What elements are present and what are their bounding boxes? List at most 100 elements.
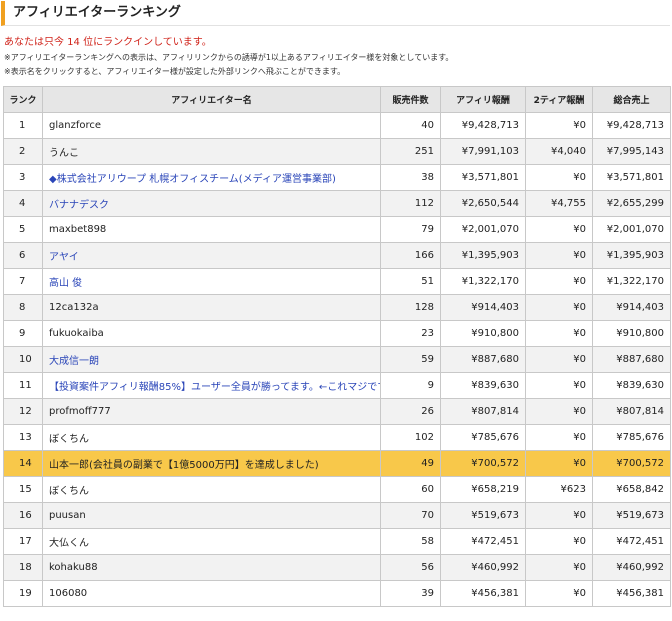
affiliator-name-link[interactable]: ◆株式会社アリウープ 札幌オフィスチーム(メディア運営事業部) xyxy=(49,174,336,185)
affiliate-reward-cell: ¥519,673 xyxy=(440,502,526,529)
rank-cell: 3 xyxy=(3,164,43,191)
rank-cell: 13 xyxy=(3,424,43,451)
table-header-row: ランク アフィリエイター名 販売件数 アフィリ報酬 2ティア報酬 総合売上 xyxy=(3,86,671,113)
affiliator-name-cell: kohaku88 xyxy=(42,554,381,581)
total-sales-cell: ¥700,572 xyxy=(592,450,671,477)
tier2-reward-cell: ¥0 xyxy=(525,320,593,347)
sales-count-cell: 51 xyxy=(380,268,441,295)
table-row: 9 fukuokaiba 23 ¥910,800 ¥0 ¥910,800 xyxy=(3,320,671,347)
sales-count-cell: 9 xyxy=(380,372,441,399)
table-row: 12 profmoff777 26 ¥807,814 ¥0 ¥807,814 xyxy=(3,398,671,425)
tier2-reward-cell: ¥0 xyxy=(525,346,593,373)
sales-count-cell: 56 xyxy=(380,554,441,581)
affiliator-name-cell: 106080 xyxy=(42,580,381,607)
table-row: 11 【投資案件アフィリ報酬85%】ユーザー全員が勝ってます。←これマジです 9 ¥8… xyxy=(3,372,671,399)
sales-count-cell: 58 xyxy=(380,528,441,555)
affiliator-name: maxbet898 xyxy=(49,224,107,235)
affiliate-reward-cell: ¥807,814 xyxy=(440,398,526,425)
affiliator-name: fukuokaiba xyxy=(49,328,104,339)
affiliate-reward-cell: ¥658,219 xyxy=(440,476,526,503)
table-row: 18 kohaku88 56 ¥460,992 ¥0 ¥460,992 xyxy=(3,554,671,581)
header-total-sales: 総合売上 xyxy=(592,86,671,113)
affiliator-name-link[interactable]: アヤイ xyxy=(49,252,79,263)
sales-count-cell: 49 xyxy=(380,450,441,477)
affiliator-name-cell: 高山 俊 xyxy=(42,268,381,295)
affiliator-name-cell: glanzforce xyxy=(42,112,381,139)
total-sales-cell: ¥472,451 xyxy=(592,528,671,555)
affiliator-name: puusan xyxy=(49,510,86,521)
rank-cell: 1 xyxy=(3,112,43,139)
rank-cell: 7 xyxy=(3,268,43,295)
table-row: 17 大仏くん 58 ¥472,451 ¥0 ¥472,451 xyxy=(3,528,671,555)
tier2-reward-cell: ¥0 xyxy=(525,372,593,399)
table-row: 13 ぼくちん 102 ¥785,676 ¥0 ¥785,676 xyxy=(3,424,671,451)
tier2-reward-cell: ¥0 xyxy=(525,554,593,581)
affiliate-reward-cell: ¥839,630 xyxy=(440,372,526,399)
affiliate-reward-cell: ¥700,572 xyxy=(440,450,526,477)
tier2-reward-cell: ¥0 xyxy=(525,398,593,425)
total-sales-cell: ¥910,800 xyxy=(592,320,671,347)
affiliator-name-cell: puusan xyxy=(42,502,381,529)
affiliator-name: ぼくちん xyxy=(49,434,89,445)
affiliator-name: 12ca132a xyxy=(49,302,99,313)
affiliator-name-cell: profmoff777 xyxy=(42,398,381,425)
affiliator-name-cell: fukuokaiba xyxy=(42,320,381,347)
note-external-link: ※表示名をクリックすると、アフィリエイター様が設定した外部リンクへ飛ぶことができ… xyxy=(4,67,346,76)
rank-cell: 15 xyxy=(3,476,43,503)
tier2-reward-cell: ¥623 xyxy=(525,476,593,503)
affiliate-reward-cell: ¥1,322,170 xyxy=(440,268,526,295)
tier2-reward-cell: ¥4,755 xyxy=(525,190,593,217)
affiliate-reward-cell: ¥3,571,801 xyxy=(440,164,526,191)
total-sales-cell: ¥839,630 xyxy=(592,372,671,399)
sales-count-cell: 60 xyxy=(380,476,441,503)
total-sales-cell: ¥1,322,170 xyxy=(592,268,671,295)
affiliator-name: 106080 xyxy=(49,588,88,599)
affiliator-name-link[interactable]: バナナデスク xyxy=(49,200,109,211)
sales-count-cell: 23 xyxy=(380,320,441,347)
sales-count-cell: 166 xyxy=(380,242,441,269)
rank-cell: 6 xyxy=(3,242,43,269)
affiliator-name-cell: maxbet898 xyxy=(42,216,381,243)
affiliate-reward-cell: ¥7,991,103 xyxy=(440,138,526,165)
page-title: アフィリエイターランキング xyxy=(1,1,670,26)
total-sales-cell: ¥519,673 xyxy=(592,502,671,529)
affiliate-reward-cell: ¥910,800 xyxy=(440,320,526,347)
ranking-table: ランク アフィリエイター名 販売件数 アフィリ報酬 2ティア報酬 総合売上 1g… xyxy=(3,86,671,607)
affiliate-reward-cell: ¥914,403 xyxy=(440,294,526,321)
total-sales-cell: ¥785,676 xyxy=(592,424,671,451)
tier2-reward-cell: ¥0 xyxy=(525,502,593,529)
sales-count-cell: 128 xyxy=(380,294,441,321)
tier2-reward-cell: ¥0 xyxy=(525,450,593,477)
rank-cell: 16 xyxy=(3,502,43,529)
total-sales-cell: ¥807,814 xyxy=(592,398,671,425)
rank-cell: 14 xyxy=(3,450,43,477)
affiliate-reward-cell: ¥785,676 xyxy=(440,424,526,451)
table-row: 6 アヤイ 166 ¥1,395,903 ¥0 ¥1,395,903 xyxy=(3,242,671,269)
affiliator-name-cell: ぼくちん xyxy=(42,476,381,503)
rank-cell: 11 xyxy=(3,372,43,399)
header-affiliate-reward: アフィリ報酬 xyxy=(440,86,526,113)
total-sales-cell: ¥2,655,299 xyxy=(592,190,671,217)
affiliator-name-link[interactable]: 大成信一朗 xyxy=(49,356,99,367)
affiliator-name-cell: ぼくちん xyxy=(42,424,381,451)
rank-cell: 18 xyxy=(3,554,43,581)
affiliate-reward-cell: ¥460,992 xyxy=(440,554,526,581)
rank-cell: 19 xyxy=(3,580,43,607)
header-sales-count: 販売件数 xyxy=(380,86,441,113)
rank-cell: 10 xyxy=(3,346,43,373)
total-sales-cell: ¥887,680 xyxy=(592,346,671,373)
total-sales-cell: ¥7,995,143 xyxy=(592,138,671,165)
affiliator-name-cell: 12ca132a xyxy=(42,294,381,321)
affiliator-name: 山本一郎(会社員の副業で【1億5000万円】を達成しました) xyxy=(49,460,319,471)
affiliator-name-link[interactable]: 【投資案件アフィリ報酬85%】ユーザー全員が勝ってます。←これマジです xyxy=(49,382,380,393)
total-sales-cell: ¥460,992 xyxy=(592,554,671,581)
sales-count-cell: 79 xyxy=(380,216,441,243)
affiliator-name: 大仏くん xyxy=(49,538,89,549)
affiliator-name-link[interactable]: 高山 俊 xyxy=(49,278,82,289)
rank-cell: 8 xyxy=(3,294,43,321)
tier2-reward-cell: ¥0 xyxy=(525,268,593,295)
sales-count-cell: 40 xyxy=(380,112,441,139)
table-row: 10 大成信一朗 59 ¥887,680 ¥0 ¥887,680 xyxy=(3,346,671,373)
sales-count-cell: 38 xyxy=(380,164,441,191)
table-row: 3 ◆株式会社アリウープ 札幌オフィスチーム(メディア運営事業部) 38 ¥3,571… xyxy=(3,164,671,191)
